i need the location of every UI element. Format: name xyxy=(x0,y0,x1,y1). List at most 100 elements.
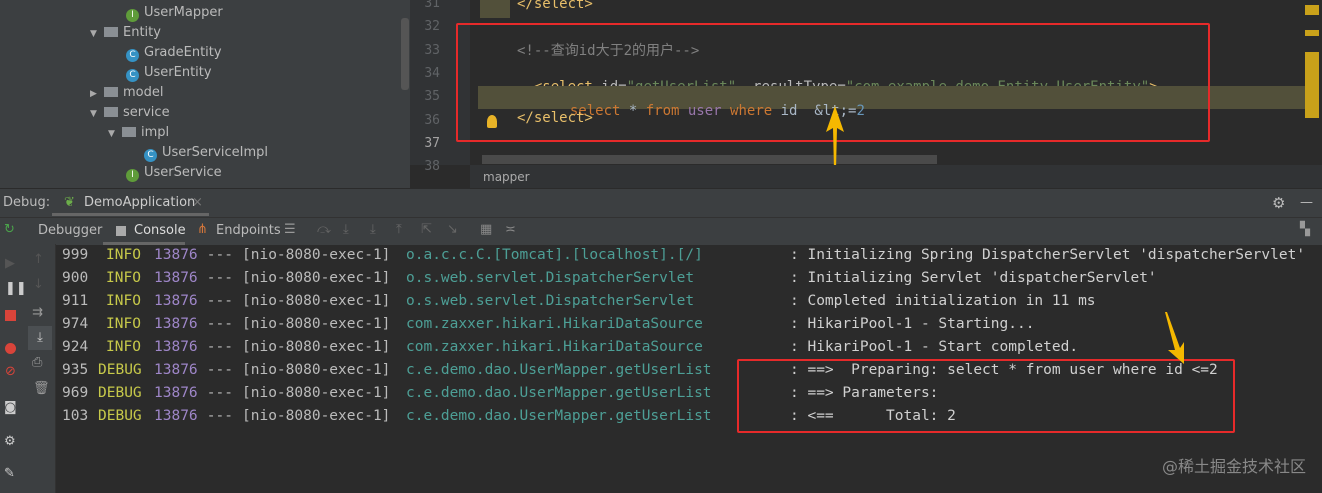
endpoints-icon: ⋔ xyxy=(197,222,208,237)
soft-wrap-icon[interactable]: ⇉ xyxy=(32,305,43,320)
log-ts: 999 xyxy=(62,247,89,263)
log-pid: 13876 xyxy=(154,385,198,401)
line-number: 32 xyxy=(424,19,440,35)
log-sep: --- xyxy=(198,316,242,332)
mute-breakpoints-icon[interactable]: ⊘ xyxy=(5,364,16,379)
print-icon[interactable]: ⎙ xyxy=(32,355,42,370)
log-msg: : Completed initialization in 11 ms xyxy=(790,293,1096,309)
settings-icon[interactable]: ⚙ xyxy=(4,434,16,449)
log-ts: 974 xyxy=(62,316,89,332)
tree-item-label: UserEntity xyxy=(144,65,212,80)
interface-icon: I xyxy=(126,9,139,22)
layout-icon[interactable]: ▚ xyxy=(1300,222,1310,237)
class-icon: C xyxy=(144,149,157,162)
log-logger: o.s.web.servlet.DispatcherServlet xyxy=(406,270,695,286)
log-ts: 935 xyxy=(62,362,89,378)
line-number: 36 xyxy=(424,112,440,128)
expanded-arrow-icon[interactable]: ▼ xyxy=(108,124,122,144)
tab-debugger[interactable]: Debugger xyxy=(38,223,102,238)
step-into-icon[interactable]: ⤓ xyxy=(343,222,349,237)
debug-toolbar: ↻ Debugger Console ⋔ Endpoints ☰ ⤼ ⤓ ⤓ ⤒… xyxy=(0,217,1322,245)
tab-console[interactable]: Console xyxy=(134,223,186,238)
line-number: 37 xyxy=(424,135,440,151)
expanded-arrow-icon[interactable]: ▼ xyxy=(90,24,104,44)
folder-icon xyxy=(104,107,118,117)
breadcrumb[interactable]: mapper xyxy=(470,165,1322,188)
tree-item-label: service xyxy=(123,105,170,120)
tree-item-label: UserServiceImpl xyxy=(162,145,269,160)
tree-item[interactable]: I UserMapper xyxy=(126,3,223,23)
tree-item[interactable]: C GradeEntity xyxy=(126,43,222,63)
pause-icon[interactable]: ❚❚ xyxy=(5,281,27,296)
tree-item[interactable]: ▼ impl xyxy=(108,123,169,143)
log-msg: : Initializing Spring DispatcherServlet … xyxy=(790,247,1306,263)
gear-icon[interactable]: ⚙ xyxy=(1272,189,1285,217)
log-sep: --- xyxy=(198,385,242,401)
drop-frame-icon[interactable]: ⇱ xyxy=(421,222,432,237)
line-number: 31 xyxy=(424,0,440,11)
tree-item[interactable]: ▼ service xyxy=(90,103,170,123)
tree-item[interactable]: C UserServiceImpl xyxy=(144,143,268,163)
log-thread: [nio-8080-exec-1] xyxy=(242,293,391,309)
log-msg: : HikariPool-1 - Start completed. xyxy=(790,339,1079,355)
step-out-icon[interactable]: ⤒ xyxy=(396,222,402,237)
log-thread: [nio-8080-exec-1] xyxy=(242,316,391,332)
resume-icon[interactable]: ▶ xyxy=(5,256,15,271)
log-sep: --- xyxy=(198,408,242,424)
tree-item[interactable]: ▼ Entity xyxy=(90,23,161,43)
scroll-to-end-icon[interactable]: ⤓ xyxy=(28,326,52,350)
log-thread: [nio-8080-exec-1] xyxy=(242,247,391,263)
line-number: 38 xyxy=(424,159,440,175)
expanded-arrow-icon[interactable]: ▼ xyxy=(90,104,104,124)
debug-header: Debug: ❦ DemoApplication × ⚙ — xyxy=(0,188,1322,217)
log-ts: 900 xyxy=(62,270,89,286)
class-icon: C xyxy=(126,69,139,82)
horizontal-scrollbar[interactable] xyxy=(482,155,937,164)
line-number: 34 xyxy=(424,65,440,81)
collapsed-arrow-icon[interactable]: ▶ xyxy=(90,84,104,104)
trace-icon[interactable]: ≍ xyxy=(505,222,516,237)
view-breakpoints-icon[interactable] xyxy=(5,343,16,354)
log-pid: 13876 xyxy=(154,316,198,332)
menu-icon[interactable]: ☰ xyxy=(284,222,296,237)
log-msg: : Initializing Servlet 'dispatcherServle… xyxy=(790,270,1157,286)
log-ts: 911 xyxy=(62,293,89,309)
camera-icon[interactable]: ◙ xyxy=(4,400,17,415)
log-pid: 13876 xyxy=(154,362,198,378)
tree-item[interactable]: C UserEntity xyxy=(126,63,212,83)
tab-endpoints[interactable]: Endpoints xyxy=(216,223,281,238)
folder-icon xyxy=(122,127,136,137)
log-ts: 103 xyxy=(62,408,89,424)
tree-item-label: impl xyxy=(141,125,170,140)
stop-icon[interactable] xyxy=(5,310,16,321)
trash-icon[interactable]: 🗑 xyxy=(33,381,50,396)
log-pid: 13876 xyxy=(154,408,198,424)
log-ts: 969 xyxy=(62,385,89,401)
log-logger: com.zaxxer.hikari.HikariDataSource xyxy=(406,339,703,355)
tree-item-label: UserMapper xyxy=(144,5,223,20)
folder-icon xyxy=(104,27,118,37)
log-level: DEBUG xyxy=(98,408,142,424)
run-to-cursor-icon[interactable]: ↘ xyxy=(447,222,458,237)
log-logger: c.e.demo.dao.UserMapper.getUserList xyxy=(406,385,712,401)
log-level: INFO xyxy=(106,316,141,332)
log-sep: --- xyxy=(198,362,242,378)
step-over-icon[interactable]: ⤼ xyxy=(317,222,331,237)
log-logger: com.zaxxer.hikari.HikariDataSource xyxy=(406,316,703,332)
rerun-icon[interactable]: ↻ xyxy=(4,222,15,237)
log-level: INFO xyxy=(106,293,141,309)
tree-item[interactable]: I UserService xyxy=(126,163,222,183)
log-sep: --- xyxy=(198,270,242,286)
down-icon[interactable]: ↓ xyxy=(33,277,44,292)
minimize-icon[interactable]: — xyxy=(1300,189,1313,217)
marker xyxy=(1305,5,1319,15)
log-pid: 13876 xyxy=(154,247,198,263)
log-thread: [nio-8080-exec-1] xyxy=(242,362,391,378)
pin-icon[interactable]: ✎ xyxy=(4,466,15,481)
tree-scrollbar[interactable] xyxy=(401,18,409,90)
tree-item[interactable]: ▶ model xyxy=(90,83,163,103)
evaluate-icon[interactable]: ▦ xyxy=(480,222,492,237)
up-icon[interactable]: ↑ xyxy=(33,252,44,267)
force-step-into-icon[interactable]: ⤓ xyxy=(370,222,376,237)
log-thread: [nio-8080-exec-1] xyxy=(242,408,391,424)
